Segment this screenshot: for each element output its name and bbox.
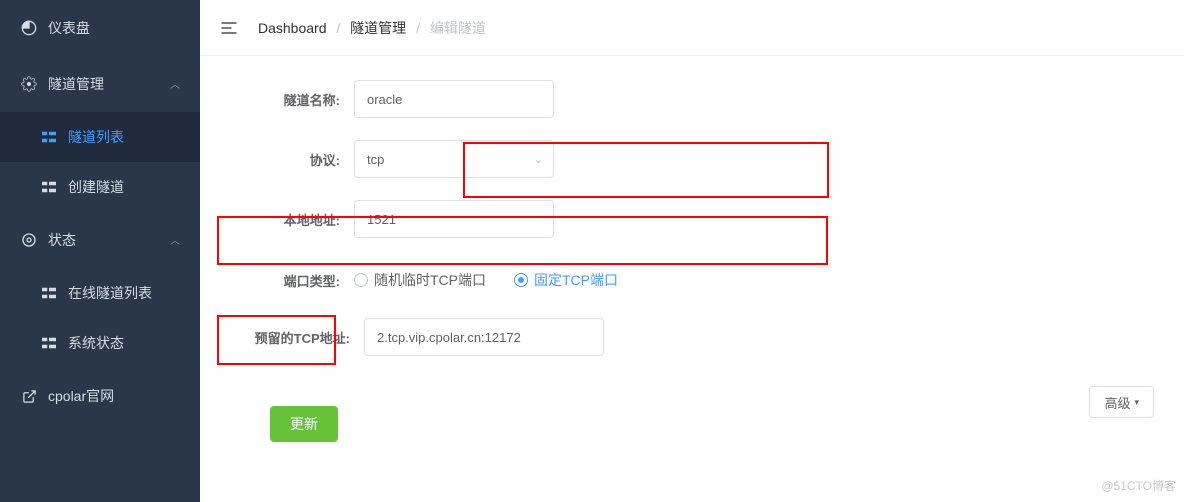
sidebar-item-status[interactable]: 状态 ︿: [0, 212, 200, 268]
watermark: @51CTO博客: [1101, 477, 1176, 494]
sidebar-item-online-tunnels[interactable]: 在线隧道列表: [0, 268, 200, 318]
sidebar: 仪表盘 隧道管理 ︿ 隧道列表 创建隧道 状态 ︿: [0, 0, 200, 502]
label-protocol: 协议:: [230, 150, 340, 169]
input-local-address[interactable]: 1521: [354, 200, 554, 238]
radio-circle-icon: [514, 273, 528, 287]
label-local-address: 本地地址:: [230, 210, 340, 229]
label-tunnel-name: 隧道名称:: [230, 90, 340, 109]
chevron-up-icon: ︿: [170, 76, 180, 91]
chevron-down-icon: ⌄: [534, 153, 543, 166]
sidebar-item-tunnel-list[interactable]: 隧道列表: [0, 112, 200, 162]
caret-down-icon: ▾: [1134, 397, 1139, 408]
sidebar-item-label: 状态: [48, 230, 76, 250]
list-icon: [40, 284, 58, 302]
sidebar-item-label: 隧道管理: [48, 74, 104, 94]
external-link-icon: [20, 387, 38, 405]
sidebar-item-label: cpolar官网: [48, 386, 114, 406]
content-area: 隧道名称: oracle 协议: tcp ⌄ 本地地址: 1521 端口类型:: [200, 56, 1184, 502]
chevron-up-icon: ︿: [170, 232, 180, 247]
submit-button[interactable]: 更新: [270, 406, 338, 442]
list-icon: [40, 128, 58, 146]
radio-fixed-port[interactable]: 固定TCP端口: [514, 270, 618, 290]
menu-toggle-icon[interactable]: [218, 17, 240, 39]
list-icon: [40, 178, 58, 196]
topbar: Dashboard / 隧道管理 / 编辑隧道: [200, 0, 1184, 56]
breadcrumb-item: 编辑隧道: [430, 20, 486, 36]
sidebar-item-label: 在线隧道列表: [68, 283, 152, 303]
gear-icon: [20, 231, 38, 249]
breadcrumb-item[interactable]: Dashboard: [258, 20, 327, 36]
sidebar-item-create-tunnel[interactable]: 创建隧道: [0, 162, 200, 212]
list-icon: [40, 334, 58, 352]
sidebar-item-label: 仪表盘: [48, 18, 90, 38]
breadcrumb-separator: /: [336, 20, 340, 36]
input-reserved-tcp[interactable]: 2.tcp.vip.cpolar.cn:12172: [364, 318, 604, 356]
radio-circle-icon: [354, 273, 368, 287]
sidebar-item-label: 创建隧道: [68, 177, 124, 197]
sidebar-item-system-status[interactable]: 系统状态: [0, 318, 200, 368]
breadcrumb-separator: /: [416, 20, 420, 36]
sidebar-item-dashboard[interactable]: 仪表盘: [0, 0, 200, 56]
radio-random-port[interactable]: 随机临时TCP端口: [354, 270, 486, 290]
breadcrumb: Dashboard / 隧道管理 / 编辑隧道: [258, 18, 486, 38]
sidebar-item-label: 隧道列表: [68, 127, 124, 147]
main-panel: Dashboard / 隧道管理 / 编辑隧道 隧道名称: oracle 协议:…: [200, 0, 1184, 502]
label-reserved-tcp: 预留的TCP地址:: [230, 328, 350, 347]
sidebar-item-tunnel-mgmt[interactable]: 隧道管理 ︿: [0, 56, 200, 112]
radio-label: 随机临时TCP端口: [374, 270, 486, 290]
advanced-button[interactable]: 高级 ▾: [1089, 386, 1154, 418]
input-tunnel-name[interactable]: oracle: [354, 80, 554, 118]
sidebar-item-cpolar-site[interactable]: cpolar官网: [0, 368, 200, 424]
label-port-type: 端口类型:: [230, 271, 340, 290]
breadcrumb-item[interactable]: 隧道管理: [350, 20, 406, 36]
sidebar-item-label: 系统状态: [68, 333, 124, 353]
select-protocol[interactable]: tcp ⌄: [354, 140, 554, 178]
radio-label: 固定TCP端口: [534, 270, 618, 290]
gauge-icon: [20, 19, 38, 37]
gear-icon: [20, 75, 38, 93]
